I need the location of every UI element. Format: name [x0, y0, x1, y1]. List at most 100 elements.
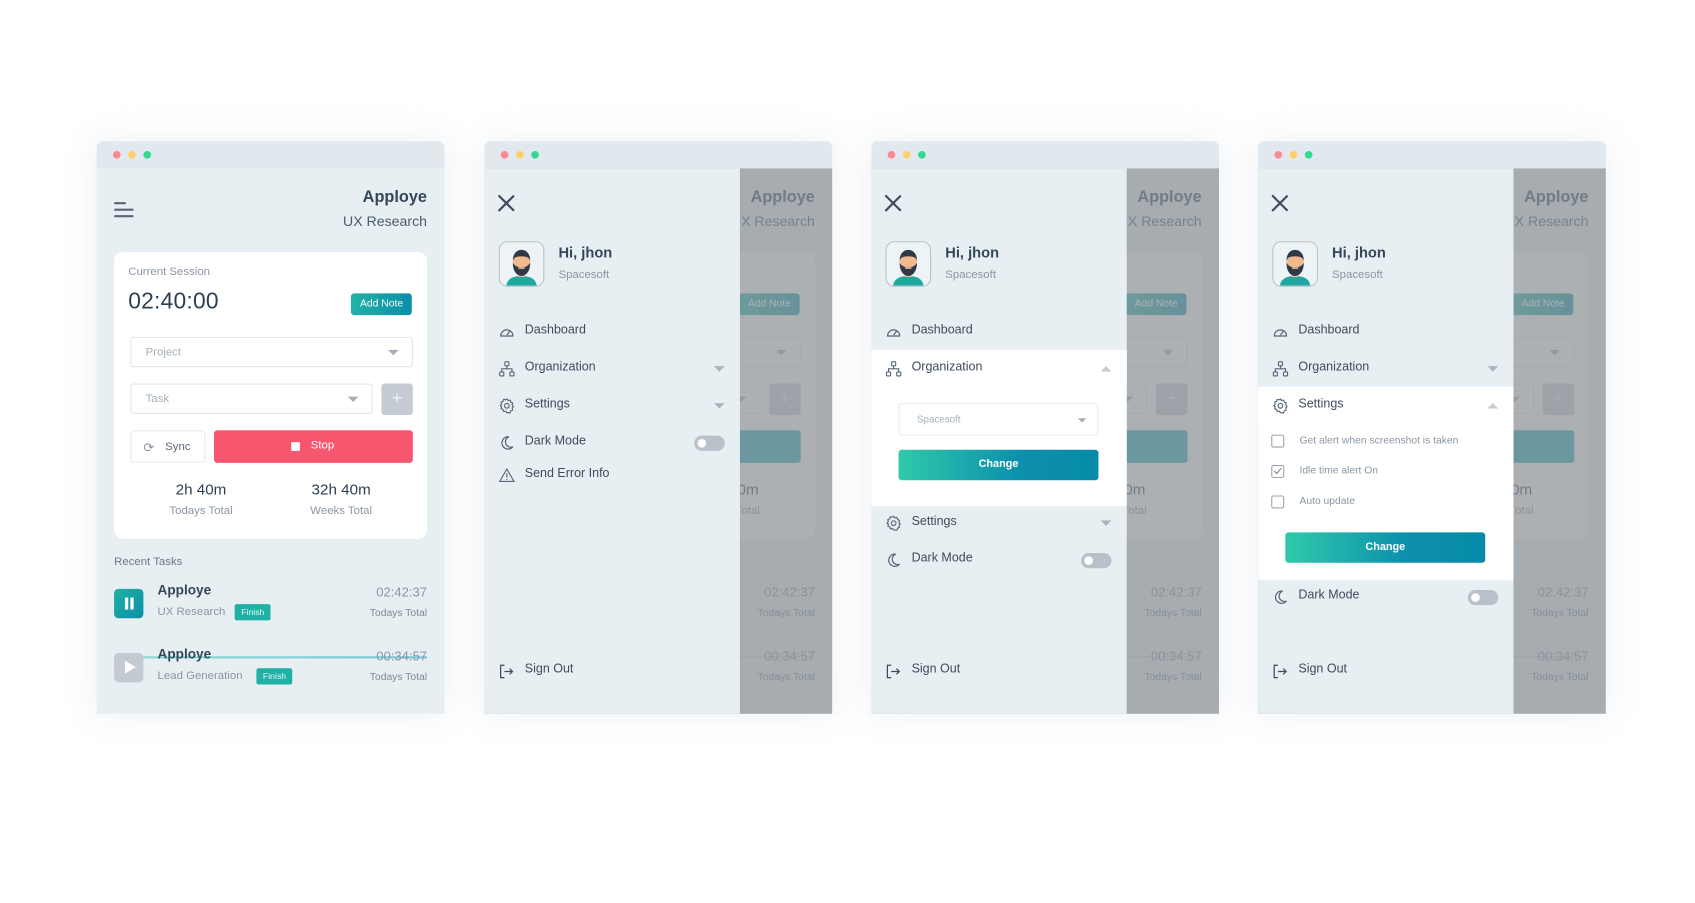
settings-option-label: Get alert when screenshot is taken	[1299, 434, 1459, 447]
avatar[interactable]	[885, 241, 932, 287]
task-name: Apploye	[157, 582, 212, 598]
task-name: Apploye	[157, 646, 212, 662]
menu-item-settings[interactable]: Settings	[871, 504, 1126, 541]
sign-out-icon	[499, 664, 514, 679]
close-window-dot[interactable]	[887, 151, 896, 159]
menu-item-dashboard[interactable]: Dashboard	[1258, 313, 1513, 350]
settings-option[interactable]: Auto update	[1271, 494, 1488, 514]
dashboard-gauge-icon	[499, 324, 515, 340]
sync-label: Sync	[165, 440, 191, 454]
add-task-button[interactable]: +	[381, 383, 413, 416]
close-icon[interactable]	[884, 194, 901, 211]
chevron-down-icon	[1487, 366, 1499, 372]
current-session-label: Current Session	[128, 265, 211, 279]
navigation-drawer: Hi, jhon Spacesoft Dashboard Organization Se…	[484, 168, 740, 714]
avatar[interactable]	[1272, 241, 1318, 287]
showcase-stage: Apploye UX Research Current Session 02:4…	[0, 0, 1695, 903]
checkbox[interactable]	[1271, 495, 1285, 509]
menu-item-organization[interactable]: Organization	[485, 350, 740, 387]
maximize-window-dot[interactable]	[918, 151, 926, 159]
settings-option[interactable]: Idle time alert On	[1271, 464, 1488, 484]
user-greeting: Hi, jhon	[945, 244, 1000, 261]
task-project: UX Research	[157, 605, 226, 619]
play-icon[interactable]	[114, 652, 144, 683]
sign-out-button[interactable]: Sign Out	[871, 655, 1126, 688]
todays-total: 2h 40m Todays Total	[141, 480, 261, 517]
gear-icon	[499, 398, 515, 414]
chevron-up-icon	[1100, 366, 1112, 372]
change-settings-button[interactable]: Change	[1285, 532, 1486, 563]
weeks-total: 32h 40m Weeks Total	[281, 480, 401, 517]
menu-item-label: Settings	[911, 515, 957, 529]
close-window-dot[interactable]	[1274, 151, 1283, 159]
sync-icon: ⟳	[143, 440, 155, 456]
sign-out-button[interactable]: Sign Out	[485, 655, 740, 688]
menu-item-label: Settings	[524, 397, 570, 411]
maximize-window-dot[interactable]	[143, 151, 152, 159]
close-window-dot[interactable]	[500, 151, 509, 159]
close-icon[interactable]	[498, 194, 515, 211]
maximize-window-dot[interactable]	[1304, 151, 1313, 159]
minimize-window-dot[interactable]	[516, 151, 524, 159]
chevron-down-icon	[713, 366, 725, 372]
change-organization-button[interactable]: Change	[898, 449, 1099, 481]
menu-item-organization[interactable]: Organization	[871, 349, 1127, 387]
dark-mode-toggle[interactable]	[1081, 553, 1112, 569]
menu-item-dark-mode[interactable]: Dark Mode	[1258, 578, 1513, 615]
dark-mode-toggle[interactable]	[694, 435, 725, 451]
pause-icon[interactable]	[114, 588, 144, 619]
session-card: Current Session 02:40:00 Add Note Projec…	[114, 252, 427, 539]
close-window-dot[interactable]	[112, 151, 121, 159]
menu-item-organization[interactable]: Organization	[1258, 350, 1513, 387]
checkbox[interactable]	[1271, 465, 1285, 479]
maximize-window-dot[interactable]	[531, 151, 539, 159]
task-row[interactable]: Apploye Lead Generation Finish 00:34:57 …	[114, 646, 427, 700]
task-project: Lead Generation	[157, 669, 243, 683]
user-greeting: Hi, jhon	[558, 244, 613, 261]
navigation-drawer: Hi, jhon Spacesoft Dashboard Organization Se…	[1258, 168, 1514, 714]
minimize-window-dot[interactable]	[902, 151, 911, 159]
finish-button[interactable]: Finish	[234, 604, 271, 621]
minimize-window-dot[interactable]	[128, 151, 136, 159]
menu-item-dashboard[interactable]: Dashboard	[485, 313, 740, 350]
sync-button[interactable]: ⟳ Sync	[130, 430, 206, 463]
minimize-window-dot[interactable]	[1289, 151, 1298, 159]
user-company: Spacesoft	[945, 268, 996, 282]
menu-item-send-error-info[interactable]: Send Error Info	[485, 456, 740, 493]
menu-item-dark-mode[interactable]: Dark Mode	[485, 424, 740, 461]
menu-item-settings[interactable]: Settings	[1258, 386, 1514, 424]
window-titlebar	[1258, 141, 1606, 169]
menu-item-label: Dashboard	[524, 323, 586, 337]
dark-mode-toggle[interactable]	[1467, 589, 1499, 606]
organization-select[interactable]: Spacesoft	[898, 403, 1099, 436]
add-note-button[interactable]: Add Note	[351, 293, 412, 316]
stop-square-icon	[291, 442, 300, 451]
settings-option[interactable]: Get alert when screenshot is taken	[1271, 434, 1488, 454]
chevron-up-icon	[1487, 403, 1499, 409]
window-drawer-organization: Apploye UX Research Add Note + 32h 40m W…	[871, 141, 1220, 714]
window-titlebar	[96, 141, 445, 169]
task-select[interactable]: Task	[130, 383, 373, 414]
sign-out-button[interactable]: Sign Out	[1258, 655, 1513, 688]
task-row[interactable]: Apploye UX Research Finish 02:42:37 Toda…	[114, 582, 427, 636]
close-icon[interactable]	[1271, 194, 1288, 211]
menu-item-label: Organization	[524, 360, 596, 374]
avatar[interactable]	[498, 241, 545, 287]
menu-item-dashboard[interactable]: Dashboard	[871, 313, 1126, 350]
current-project: UX Research	[342, 212, 427, 230]
stop-button[interactable]: Stop	[214, 430, 413, 463]
menu-item-settings[interactable]: Settings	[485, 387, 740, 424]
hamburger-menu-icon[interactable]	[114, 201, 136, 218]
user-company: Spacesoft	[1332, 268, 1383, 282]
menu-item-label: Dark Mode	[911, 551, 973, 565]
gear-icon	[1272, 398, 1288, 414]
menu-item-dark-mode[interactable]: Dark Mode	[871, 541, 1126, 578]
finish-button[interactable]: Finish	[256, 668, 293, 685]
settings-option-label: Idle time alert On	[1299, 465, 1379, 477]
chevron-down-icon	[1100, 520, 1112, 526]
moon-icon	[885, 552, 901, 568]
window-titlebar	[871, 141, 1220, 169]
checkbox[interactable]	[1271, 434, 1285, 448]
menu-item-label: Dashboard	[1298, 323, 1360, 337]
project-select[interactable]: Project	[130, 336, 413, 368]
